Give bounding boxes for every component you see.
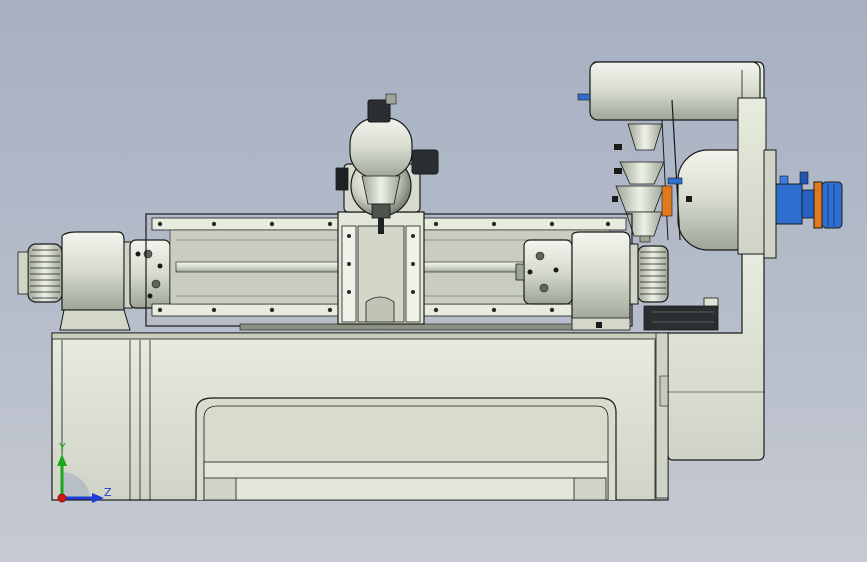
machine-assembly-drawing: Y Z [17,61,843,503]
spindle-carriage [335,93,439,325]
cad-viewport[interactable]: Y Z [0,0,867,562]
machine-base [51,332,669,501]
right-housing [655,249,765,499]
y-axis-label: Y [58,441,66,454]
z-axis-label: Z [104,486,112,499]
x-axis-dot [57,493,67,503]
